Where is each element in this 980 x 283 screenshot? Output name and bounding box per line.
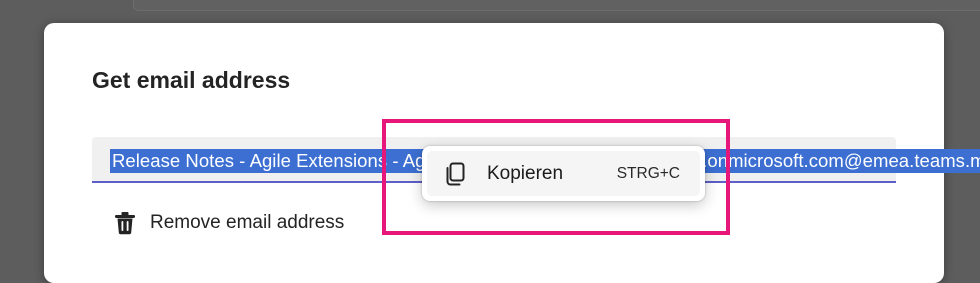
trash-icon <box>114 211 136 235</box>
remove-email-label: Remove email address <box>150 212 345 233</box>
context-menu: Kopieren STRG+C <box>422 146 705 201</box>
copy-icon <box>444 162 466 186</box>
menu-item-copy-shortcut: STRG+C <box>616 164 680 182</box>
menu-item-copy-label: Kopieren <box>487 162 564 184</box>
remove-email-button[interactable]: Remove email address <box>114 209 344 237</box>
background-window-edge <box>133 0 980 11</box>
dialog-title: Get email address <box>92 67 291 93</box>
menu-item-copy[interactable]: Kopieren STRG+C <box>427 151 700 196</box>
